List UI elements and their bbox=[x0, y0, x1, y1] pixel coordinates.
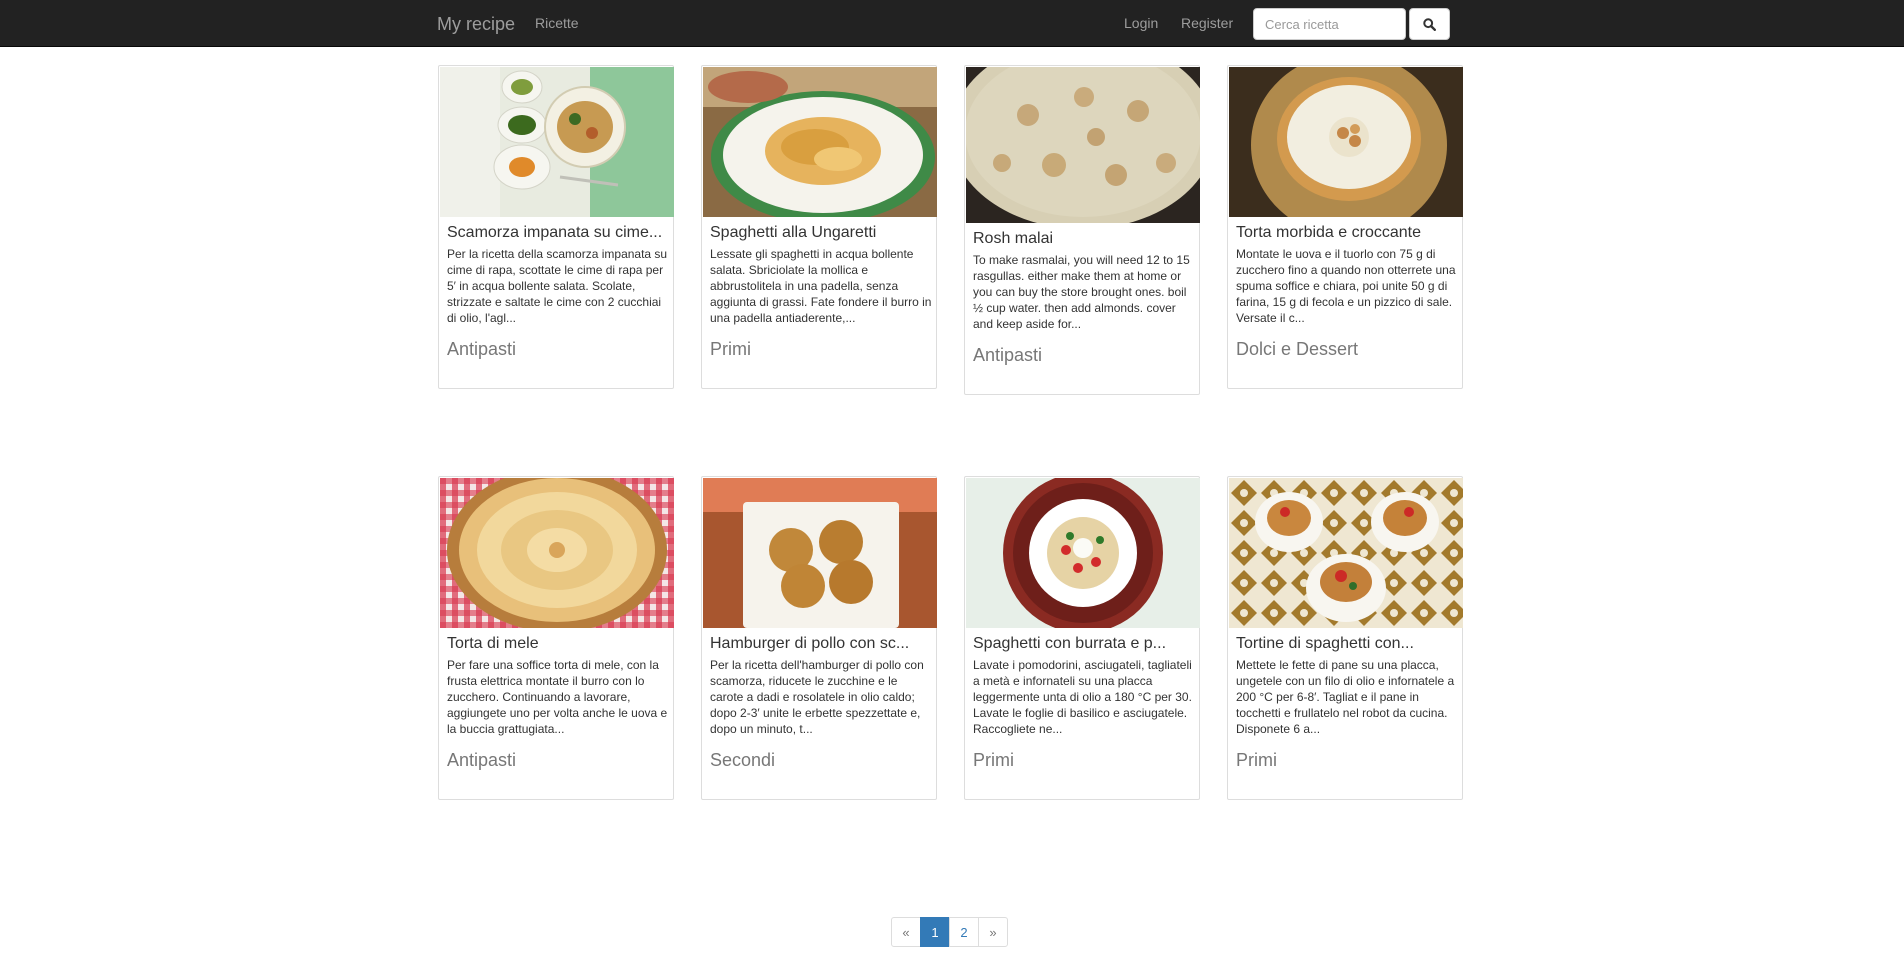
recipe-category: Secondi bbox=[710, 750, 776, 770]
recipe-description: Mettete le fette di pane su una placca, … bbox=[1236, 658, 1455, 736]
recipe-title[interactable]: Torta di mele bbox=[447, 635, 669, 653]
recipe-image[interactable] bbox=[966, 67, 1200, 223]
recipe-category: Primi bbox=[1236, 750, 1277, 770]
search-button[interactable] bbox=[1409, 8, 1450, 40]
recipe-title[interactable]: Spaghetti con burrata e p... bbox=[973, 635, 1195, 653]
recipe-title[interactable]: Hamburger di pollo con sc... bbox=[710, 635, 932, 653]
recipe-description: Per la ricetta della scamorza impanata s… bbox=[447, 247, 668, 325]
pagination-page-2[interactable]: 2 bbox=[949, 917, 979, 947]
search-icon bbox=[1423, 17, 1436, 31]
recipe-card[interactable]: Hamburger di pollo con sc... Per la rice… bbox=[701, 476, 937, 800]
nav-link-login[interactable]: Login bbox=[1124, 15, 1158, 31]
recipe-category: Antipasti bbox=[447, 339, 517, 359]
recipe-card[interactable]: Tortine di spaghetti con... Mettete le f… bbox=[1227, 476, 1463, 800]
recipe-card[interactable]: Torta morbida e croccante Montate le uov… bbox=[1227, 65, 1463, 389]
pagination-next[interactable]: » bbox=[978, 917, 1008, 947]
search-input[interactable] bbox=[1253, 8, 1406, 40]
recipe-description: Per la ricetta dell'hamburger di pollo c… bbox=[710, 658, 924, 736]
recipe-image[interactable] bbox=[966, 478, 1200, 628]
recipe-description: Per fare una soffice torta di mele, con … bbox=[447, 658, 668, 736]
recipe-category: Dolci e Dessert bbox=[1236, 339, 1359, 359]
recipe-image[interactable] bbox=[440, 478, 674, 628]
recipe-category: Primi bbox=[973, 750, 1014, 770]
recipe-category: Antipasti bbox=[973, 345, 1043, 365]
pagination-page-1[interactable]: 1 bbox=[920, 917, 950, 947]
recipe-title[interactable]: Tortine di spaghetti con... bbox=[1236, 635, 1458, 653]
recipe-category: Antipasti bbox=[447, 750, 517, 770]
recipe-title[interactable]: Scamorza impanata su cime... bbox=[447, 224, 669, 242]
recipe-title[interactable]: Spaghetti alla Ungaretti bbox=[710, 224, 932, 242]
recipe-card[interactable]: Torta di mele Per fare una soffice torta… bbox=[438, 476, 674, 800]
recipe-image[interactable] bbox=[440, 67, 674, 217]
recipe-description: To make rasmalai, you will need 12 to 15… bbox=[973, 253, 1190, 331]
recipe-image[interactable] bbox=[703, 67, 937, 217]
recipe-image[interactable] bbox=[703, 478, 937, 628]
pagination: « 1 2 » bbox=[891, 917, 1008, 947]
recipe-image[interactable] bbox=[1229, 67, 1463, 217]
brand-link[interactable]: My recipe bbox=[437, 14, 515, 35]
pagination-prev[interactable]: « bbox=[891, 917, 921, 947]
recipe-card[interactable]: Spaghetti con burrata e p... Lavate i po… bbox=[964, 476, 1200, 800]
top-navbar: My recipe Ricette Login Register bbox=[0, 0, 1904, 47]
recipe-title[interactable]: Torta morbida e croccante bbox=[1236, 224, 1458, 242]
nav-link-register[interactable]: Register bbox=[1181, 15, 1233, 31]
recipe-card[interactable]: Spaghetti alla Ungaretti Lessate gli spa… bbox=[701, 65, 937, 389]
recipe-description: Montate le uova e il tuorlo con 75 g di … bbox=[1236, 247, 1456, 325]
recipe-image[interactable] bbox=[1229, 478, 1463, 628]
recipe-title[interactable]: Rosh malai bbox=[973, 230, 1195, 248]
recipe-card[interactable]: Scamorza impanata su cime... Per la rice… bbox=[438, 65, 674, 389]
recipe-description: Lessate gli spaghetti in acqua bollente … bbox=[710, 247, 932, 325]
recipe-category: Primi bbox=[710, 339, 751, 359]
nav-link-ricette[interactable]: Ricette bbox=[535, 15, 579, 31]
recipe-description: Lavate i pomodorini, asciugateli, taglia… bbox=[973, 658, 1192, 736]
recipe-card[interactable]: Rosh malai To make rasmalai, you will ne… bbox=[964, 65, 1200, 395]
